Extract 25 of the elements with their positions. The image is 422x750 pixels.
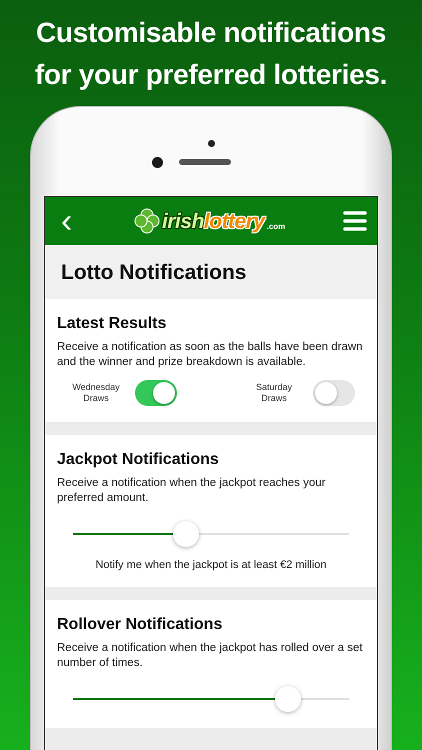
camera-icon [152,156,162,168]
toggle-label: Wednesday Draws [71,382,121,404]
toggle-label: Saturday Draws [254,382,294,404]
logo-text: irishlottery [162,210,265,234]
logo-suffix: .com [266,222,286,231]
slider[interactable] [73,686,349,712]
headline: Customisable notifications for your preferred lotteries. [34,16,388,92]
section-title: Jackpot Notifications [57,451,220,469]
sensor-icon [208,140,214,146]
section-title: Rollover Notifications [57,616,224,634]
slider-reading: Notify me when the jackpot is at least €2 million [94,559,328,571]
section-title: Latest Results [57,315,168,333]
slider-thumb[interactable] [275,686,302,712]
speaker-icon [178,159,230,165]
toggle-switch[interactable] [135,380,177,406]
back-button[interactable]: ‹ [57,204,76,238]
slider[interactable] [73,521,349,547]
section-description: Receive a notification when the jackpot has rolled over a set number of times. [57,641,364,671]
section-description: Receive a notification when the jackpot reaches your preferred amount. [57,476,326,506]
shamrock-icon [134,208,160,234]
menu-button[interactable] [342,210,367,232]
slider-thumb[interactable] [173,521,200,547]
page-title: Lotto Notifications [45,245,377,299]
section-description: Receive a notification as soon as the balls have been drawn and the winner and prize breakdown is available. [57,340,364,370]
toggle-switch[interactable] [313,380,355,406]
